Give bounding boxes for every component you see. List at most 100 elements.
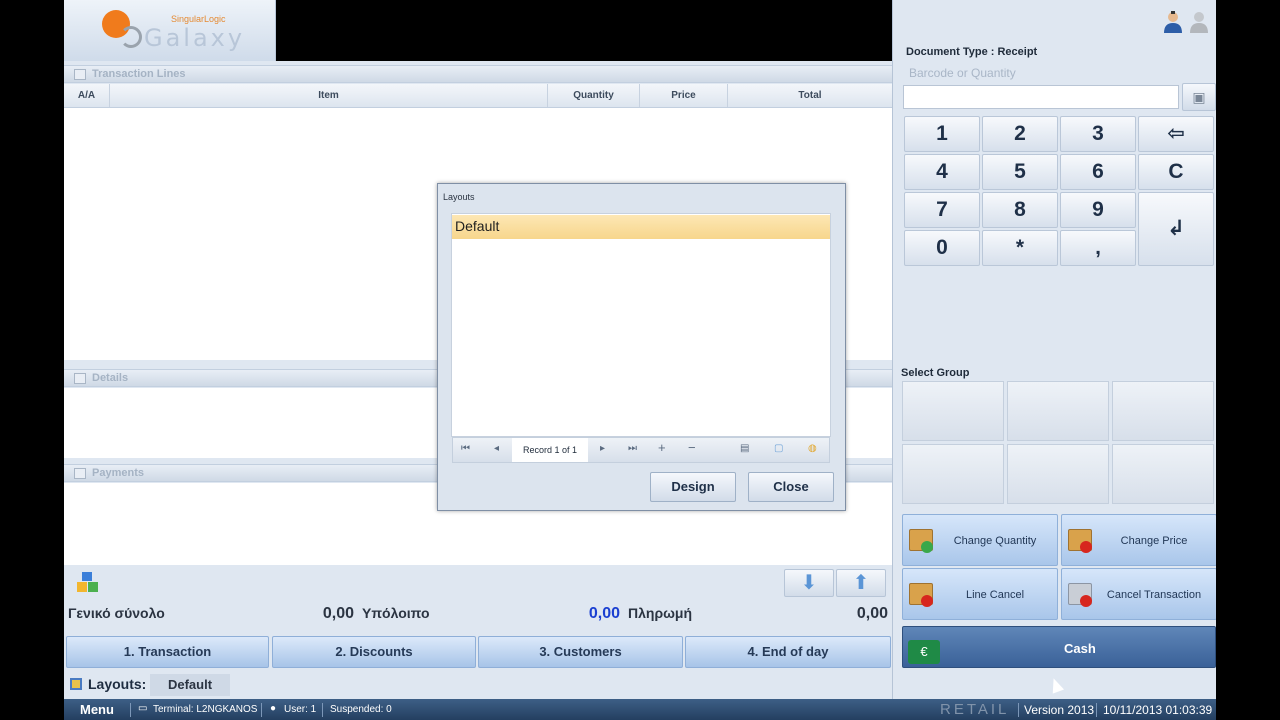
group-button[interactable]	[902, 444, 1004, 504]
payment-value: 0,00	[856, 605, 888, 622]
key-8[interactable]: 8	[982, 192, 1058, 228]
key-1[interactable]: 1	[904, 116, 980, 152]
status-separator	[261, 703, 262, 717]
key-9[interactable]: 9	[1060, 192, 1136, 228]
cubes-icon[interactable]	[76, 571, 100, 595]
terminal-status: Terminal: L2NGKANOS	[153, 704, 258, 715]
group-button[interactable]	[1112, 381, 1214, 441]
group-button[interactable]	[1007, 381, 1109, 441]
logo-product: Galaxy	[144, 24, 246, 52]
key-2[interactable]: 2	[982, 116, 1058, 152]
suspended-status: Suspended: 0	[330, 704, 392, 715]
version-label: Version 2013	[1024, 703, 1095, 717]
column-header[interactable]: Quantity	[548, 84, 640, 107]
barcode-search-button[interactable]: ▣	[1182, 83, 1216, 111]
key-7[interactable]: 7	[904, 192, 980, 228]
payments-icon	[74, 468, 86, 479]
transaction-lines-header: Transaction Lines	[64, 65, 892, 83]
line-cancel-button[interactable]: Line Cancel	[902, 568, 1058, 620]
layouts-list[interactable]	[451, 213, 831, 437]
cash-label: Cash	[1064, 641, 1096, 656]
layouts-icon	[70, 678, 82, 690]
logo-brand: SingularLogic	[171, 14, 226, 24]
refresh-record-icon[interactable]: ◍	[808, 443, 817, 454]
next-record-icon[interactable]: ▸	[600, 443, 605, 454]
scroll-down-button[interactable]: ⬇	[784, 569, 834, 597]
select-group-label: Select Group	[901, 367, 970, 379]
user-icon[interactable]	[1162, 10, 1184, 34]
scroll-up-button[interactable]: ⬆	[836, 569, 886, 597]
layouts-value[interactable]: Default	[150, 674, 230, 696]
logo-swoosh-icon	[120, 26, 142, 48]
key-0[interactable]: 0	[904, 230, 980, 266]
barcode-label: Barcode or Quantity	[909, 66, 1016, 80]
change-quantity-label: Change Quantity	[953, 535, 1037, 547]
key-3[interactable]: 3	[1060, 116, 1136, 152]
column-header[interactable]: Total	[728, 84, 892, 107]
status-separator	[1018, 703, 1019, 717]
column-header[interactable]: Price	[640, 84, 728, 107]
details-icon	[74, 373, 86, 384]
document-type: Document Type : Receipt	[906, 46, 1038, 58]
tab-end-of-day[interactable]: 4. End of day	[685, 636, 891, 668]
save-record-icon[interactable]: ▢	[774, 443, 783, 454]
edit-record-icon[interactable]: ▤	[740, 443, 749, 454]
change-quantity-button[interactable]: Change Quantity	[902, 514, 1058, 566]
cancel-badge-icon	[921, 595, 933, 607]
balance-value: 0,00	[588, 605, 620, 622]
transaction-lines-columns: A/A Item Quantity Price Total	[64, 84, 892, 108]
group-button[interactable]	[1112, 444, 1214, 504]
key-enter[interactable]: ↲	[1138, 192, 1214, 266]
record-counter: Record 1 of 1	[512, 438, 588, 462]
list-item-label: Default	[455, 218, 500, 234]
column-header[interactable]: A/A	[64, 84, 110, 107]
change-price-button[interactable]: Change Price	[1061, 514, 1216, 566]
change-price-label: Change Price	[1120, 535, 1188, 547]
last-record-icon[interactable]: ⏭	[628, 443, 637, 454]
cart-icon	[74, 69, 86, 80]
menu-button[interactable]: Menu	[80, 702, 114, 717]
transaction-lines-title: Transaction Lines	[92, 68, 186, 80]
user-status: User: 1	[284, 704, 317, 715]
status-separator	[130, 703, 131, 717]
add-record-icon[interactable]: +	[658, 440, 666, 455]
key-backspace[interactable]: ⇦	[1138, 116, 1214, 152]
dialog-title: Layouts	[443, 192, 475, 202]
key-5[interactable]: 5	[982, 154, 1058, 190]
datetime-label: 10/11/2013 01:03:39	[1103, 703, 1213, 717]
key-asterisk[interactable]: *	[982, 230, 1058, 266]
list-item[interactable]	[452, 215, 830, 239]
design-button[interactable]: Design	[650, 472, 736, 502]
cash-button[interactable]	[902, 626, 1216, 668]
key-4[interactable]: 4	[904, 154, 980, 190]
prev-record-icon[interactable]: ◂	[494, 443, 499, 454]
euro-icon: €	[908, 640, 940, 664]
layouts-label: Layouts:	[88, 676, 147, 692]
key-comma[interactable]: ,	[1060, 230, 1136, 266]
retail-label: RETAIL	[940, 701, 1010, 718]
balance-label: Υπόλοιπο	[362, 605, 430, 621]
alert-badge-icon	[1080, 541, 1092, 553]
remove-record-icon[interactable]: −	[688, 440, 696, 455]
tab-transaction[interactable]: 1. Transaction	[66, 636, 269, 668]
barcode-input[interactable]	[903, 85, 1179, 109]
cancel-badge-icon	[1080, 595, 1092, 607]
plus-badge-icon	[921, 541, 933, 553]
pos-window: SingularLogic Galaxy Transaction Lines A…	[64, 0, 1216, 720]
tab-discounts[interactable]: 2. Discounts	[272, 636, 476, 668]
terminal-icon: ▭	[138, 703, 148, 714]
group-button[interactable]	[902, 381, 1004, 441]
key-6[interactable]: 6	[1060, 154, 1136, 190]
box-icon: ▣	[1192, 89, 1206, 105]
cancel-transaction-button[interactable]: Cancel Transaction	[1061, 568, 1216, 620]
status-separator	[1096, 703, 1097, 717]
key-clear[interactable]: C	[1138, 154, 1214, 190]
tab-customers[interactable]: 3. Customers	[478, 636, 683, 668]
close-button[interactable]: Close	[748, 472, 834, 502]
first-record-icon[interactable]: ⏮	[461, 443, 470, 454]
group-button[interactable]	[1007, 444, 1109, 504]
user-lock-icon[interactable]	[1188, 10, 1210, 34]
status-separator	[322, 703, 323, 717]
details-title: Details	[92, 372, 129, 384]
column-header[interactable]: Item	[110, 84, 548, 107]
